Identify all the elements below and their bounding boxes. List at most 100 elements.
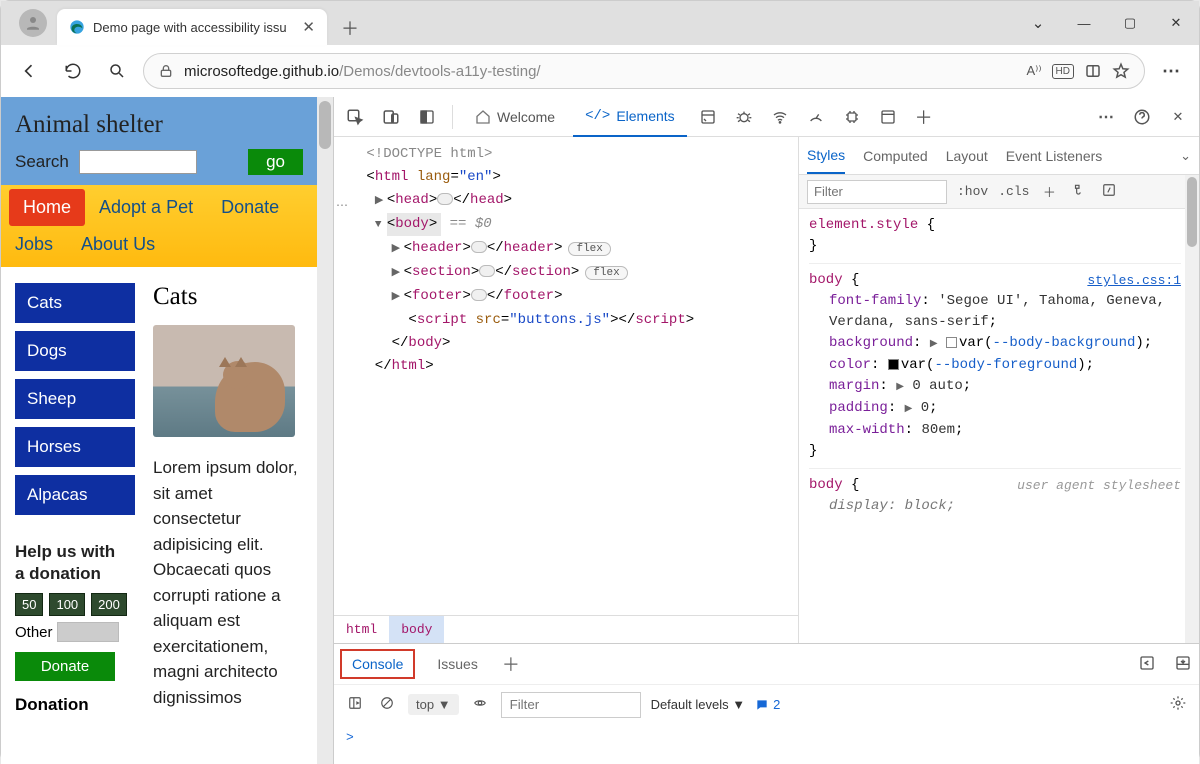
styles-subtabs: Styles Computed Layout Event Listeners ⌄: [799, 137, 1199, 175]
nav-home[interactable]: Home: [9, 189, 85, 226]
cat-dogs[interactable]: Dogs: [15, 331, 135, 371]
close-window-button[interactable]: ✕: [1153, 1, 1199, 45]
elements-tab[interactable]: </> Elements: [573, 97, 687, 137]
more-icon[interactable]: ⋯: [1091, 102, 1121, 132]
subtab-layout[interactable]: Layout: [946, 137, 988, 174]
expand-drawer-icon[interactable]: [1139, 655, 1155, 674]
network-icon[interactable]: [765, 102, 795, 132]
flex-icon[interactable]: [1099, 183, 1119, 200]
edge-icon: [69, 19, 85, 35]
subtab-events[interactable]: Event Listeners: [1006, 137, 1103, 174]
back-button[interactable]: [11, 53, 47, 89]
refresh-button[interactable]: [55, 53, 91, 89]
inspect-icon[interactable]: [340, 102, 370, 132]
devtools-panel: Welcome </> Elements ＋ ⋯ ✕: [333, 97, 1199, 764]
donation-100[interactable]: 100: [49, 593, 85, 616]
brush-icon[interactable]: [1069, 183, 1089, 200]
nav-donate[interactable]: Donate: [207, 189, 293, 226]
application-icon[interactable]: [873, 102, 903, 132]
styles-toolbar: :hov .cls ＋: [799, 175, 1199, 209]
bug-icon[interactable]: [729, 102, 759, 132]
help-icon[interactable]: [1127, 102, 1157, 132]
cat-cats[interactable]: Cats: [15, 283, 135, 323]
subtab-styles[interactable]: Styles: [807, 137, 845, 174]
donation-200[interactable]: 200: [91, 593, 127, 616]
dom-tree-panel: ⋯ <!DOCTYPE html> <html lang="en"> ▶<hea…: [334, 137, 799, 643]
read-aloud-icon[interactable]: A⁾⁾: [1026, 63, 1041, 79]
styles-scrollbar[interactable]: [1185, 175, 1199, 643]
overflow-dots-icon[interactable]: ⋯: [336, 195, 348, 218]
hov-toggle[interactable]: :hov: [957, 184, 988, 199]
console-tab[interactable]: Console: [342, 651, 413, 677]
other-input[interactable]: [57, 622, 119, 642]
nav-about[interactable]: About Us: [67, 226, 169, 263]
browser-toolbar: microsoftedge.github.io/Demos/devtools-a…: [1, 45, 1199, 97]
console-filter-input[interactable]: [501, 692, 641, 718]
profile-avatar[interactable]: [19, 9, 47, 37]
context-selector[interactable]: top ▼: [408, 694, 459, 715]
dock-drawer-icon[interactable]: [1175, 655, 1191, 674]
page-scrollbar[interactable]: [317, 97, 333, 764]
crumb-html[interactable]: html: [334, 616, 389, 643]
crumb-body[interactable]: body: [389, 616, 444, 643]
page-viewport: Animal shelter Search go Home Adopt a Pe…: [1, 97, 333, 764]
address-bar[interactable]: microsoftedge.github.io/Demos/devtools-a…: [143, 53, 1145, 89]
clear-console-icon[interactable]: [376, 696, 398, 713]
subtab-computed[interactable]: Computed: [863, 137, 928, 174]
app-icon[interactable]: [693, 102, 723, 132]
cat-alpacas[interactable]: Alpacas: [15, 475, 135, 515]
help-heading: Help us with a donation: [15, 541, 125, 585]
dom-breadcrumb: html body: [334, 615, 798, 643]
lock-icon: [158, 63, 174, 79]
maximize-button[interactable]: ▢: [1107, 1, 1153, 45]
cat-horses[interactable]: Horses: [15, 427, 135, 467]
add-drawer-tab-icon[interactable]: ＋: [502, 651, 520, 677]
search-button[interactable]: [99, 53, 135, 89]
search-go-button[interactable]: go: [248, 149, 303, 175]
issues-tab[interactable]: Issues: [427, 651, 487, 677]
console-prompt[interactable]: >: [334, 724, 1199, 764]
css-rules[interactable]: element.style {} styles.css:1 body { fon…: [799, 209, 1199, 643]
source-link[interactable]: styles.css:1: [1087, 270, 1181, 291]
search-input[interactable]: [79, 150, 197, 174]
issues-indicator[interactable]: 2: [755, 697, 780, 712]
donate-button[interactable]: Donate: [15, 652, 115, 681]
nav-adopt[interactable]: Adopt a Pet: [85, 189, 207, 226]
donation-50[interactable]: 50: [15, 593, 43, 616]
chevron-down-icon[interactable]: ⌄: [1015, 1, 1061, 45]
device-icon[interactable]: [376, 102, 406, 132]
reader-icon[interactable]: [1084, 62, 1102, 80]
dom-tree[interactable]: ⋯ <!DOCTYPE html> <html lang="en"> ▶<hea…: [334, 137, 798, 615]
perf-icon[interactable]: [801, 102, 831, 132]
chevron-down-icon[interactable]: ⌄: [1180, 148, 1191, 164]
minimize-button[interactable]: —: [1061, 1, 1107, 45]
browser-tab[interactable]: Demo page with accessibility issu ✕: [57, 9, 327, 45]
cls-toggle[interactable]: .cls: [998, 184, 1029, 199]
site-header: Animal shelter Search go: [1, 97, 317, 185]
memory-icon[interactable]: [837, 102, 867, 132]
site-nav: Home Adopt a Pet Donate Jobs About Us: [1, 185, 317, 267]
window-title-bar: Demo page with accessibility issu ✕ ＋ ⌄ …: [1, 1, 1199, 45]
sidebar-toggle-icon[interactable]: [344, 696, 366, 713]
new-tab-button[interactable]: ＋: [333, 11, 367, 45]
console-settings-icon[interactable]: [1167, 695, 1189, 714]
tab-title: Demo page with accessibility issu: [93, 20, 287, 35]
add-tool-icon[interactable]: ＋: [909, 102, 939, 132]
console-toolbar: top ▼ Default levels ▼ 2: [334, 684, 1199, 724]
tab-strip: Demo page with accessibility issu ✕ ＋: [57, 1, 1015, 45]
live-expr-icon[interactable]: [469, 696, 491, 713]
menu-button[interactable]: ⋯: [1153, 53, 1189, 89]
welcome-tab[interactable]: Welcome: [463, 97, 567, 137]
category-sidebar: Cats Dogs Sheep Horses Alpacas Help us w…: [15, 283, 135, 715]
dock-icon[interactable]: [412, 102, 442, 132]
nav-jobs[interactable]: Jobs: [1, 226, 67, 263]
favorite-icon[interactable]: [1112, 62, 1130, 80]
cat-sheep[interactable]: Sheep: [15, 379, 135, 419]
new-rule-icon[interactable]: ＋: [1039, 182, 1059, 201]
close-tab-icon[interactable]: ✕: [302, 18, 315, 36]
close-devtools-icon[interactable]: ✕: [1163, 102, 1193, 132]
window-controls: ⌄ — ▢ ✕: [1015, 1, 1199, 45]
styles-filter-input[interactable]: [807, 180, 947, 204]
hd-icon[interactable]: HD: [1052, 64, 1074, 79]
log-levels[interactable]: Default levels ▼: [651, 697, 746, 712]
